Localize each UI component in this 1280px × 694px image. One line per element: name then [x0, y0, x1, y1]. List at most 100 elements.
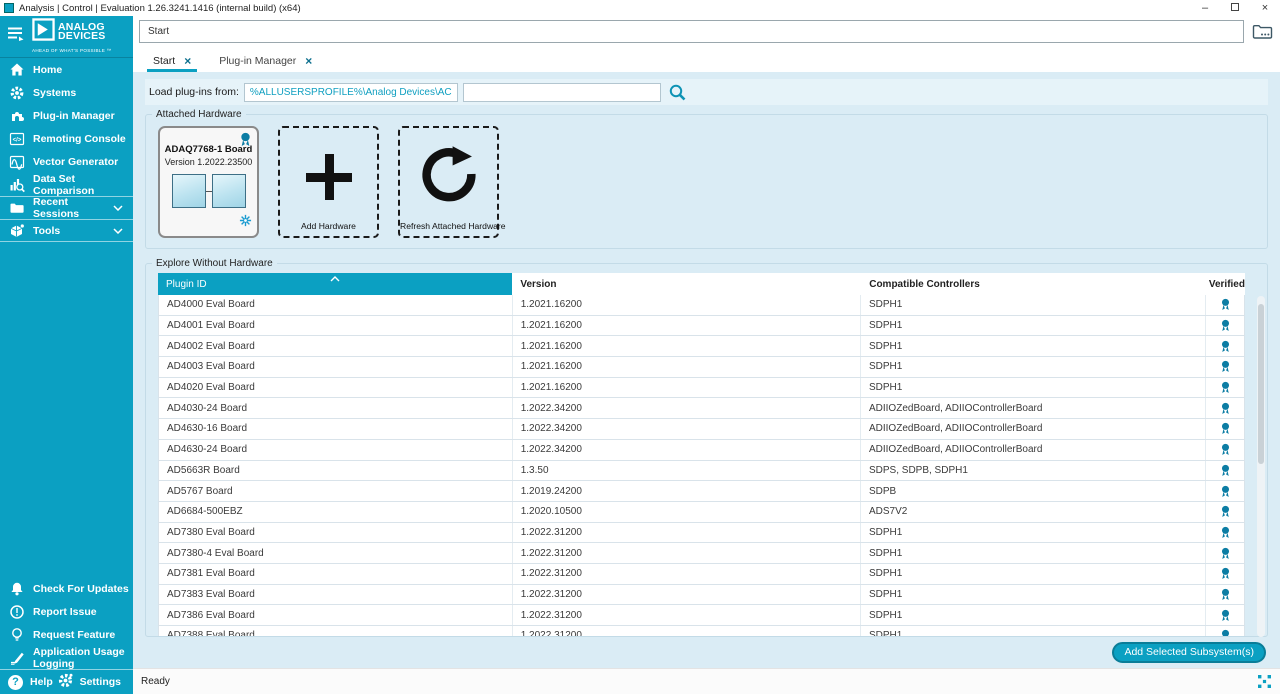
table-row[interactable]: AD4001 Eval Board 1.2021.16200 SDPH1	[158, 316, 1245, 337]
sidebar-item-plugin-manager[interactable]: Plug-in Manager	[0, 104, 133, 127]
verified-badge	[1206, 605, 1244, 625]
sidebar-item-application-usage-logging[interactable]: Application Usage Logging	[0, 646, 133, 669]
minimize-button[interactable]: –	[1190, 0, 1220, 16]
sidebar-item-tools[interactable]: Tools	[0, 219, 133, 242]
table-row[interactable]: AD7380 Eval Board 1.2022.31200 SDPH1	[158, 523, 1245, 544]
cell-version: 1.2022.34200	[513, 419, 861, 439]
plugins-path-input[interactable]	[244, 83, 458, 102]
refresh-attached-hardware-card[interactable]: Refresh Attached Hardware	[398, 126, 499, 238]
sidebar-item-label: Request Feature	[33, 629, 115, 641]
column-header-version[interactable]: Version	[512, 273, 861, 295]
breadcrumb[interactable]: Start	[139, 20, 1244, 43]
close-button[interactable]: ×	[1250, 0, 1280, 16]
cell-plugin-id: AD4002 Eval Board	[159, 336, 513, 356]
table-row[interactable]: AD6684-500EBZ 1.2020.10500 ADS7V2	[158, 502, 1245, 523]
cell-plugin-id: AD4020 Eval Board	[159, 378, 513, 398]
column-header-compatible-controllers[interactable]: Compatible Controllers	[861, 273, 1207, 295]
plugins-filter-input[interactable]	[463, 83, 661, 102]
cell-plugin-id: AD7386 Eval Board	[159, 605, 513, 625]
scrollbar-thumb[interactable]	[1258, 304, 1264, 464]
table-row[interactable]: AD4030-24 Board 1.2022.34200 ADIIOZedBoa…	[158, 398, 1245, 419]
cell-controllers: ADS7V2	[861, 502, 1206, 522]
sidebar-item-check-for-updates[interactable]: Check For Updates	[0, 577, 133, 600]
home-icon	[8, 61, 25, 78]
restore-button[interactable]	[1220, 0, 1250, 16]
table-row[interactable]: AD4002 Eval Board 1.2021.16200 SDPH1	[158, 336, 1245, 357]
device-card-version: Version 1.2022.23500	[160, 157, 257, 167]
sidebar-item-recent-sessions[interactable]: Recent Sessions	[0, 196, 133, 219]
cell-controllers: SDPS, SDPB, SDPH1	[861, 461, 1206, 481]
cell-controllers: SDPH1	[861, 543, 1206, 563]
cell-plugin-id: AD4003 Eval Board	[159, 357, 513, 377]
sidebar-item-request-feature[interactable]: Request Feature	[0, 623, 133, 646]
tab-start[interactable]: Start ×	[147, 55, 197, 72]
column-label: Version	[520, 279, 556, 290]
table-row[interactable]: AD5767 Board 1.2019.24200 SDPB	[158, 481, 1245, 502]
table-row[interactable]: AD5663R Board 1.3.50 SDPS, SDPB, SDPH1	[158, 461, 1245, 482]
verified-ribbon-icon	[1220, 505, 1231, 518]
close-icon[interactable]: ×	[184, 56, 191, 66]
browse-folder-button[interactable]	[1250, 20, 1274, 42]
sidebar-item-report-issue[interactable]: Report Issue	[0, 600, 133, 623]
column-header-plugin-id[interactable]: Plugin ID	[158, 273, 512, 295]
tab-plugin-manager[interactable]: Plug-in Manager ×	[213, 55, 318, 72]
table-row[interactable]: AD7381 Eval Board 1.2022.31200 SDPH1	[158, 564, 1245, 585]
verified-ribbon-icon	[1220, 402, 1231, 415]
table-row[interactable]: AD4630-24 Board 1.2022.34200 ADIIOZedBoa…	[158, 440, 1245, 461]
verified-ribbon-icon	[1220, 464, 1231, 477]
close-icon[interactable]: ×	[305, 56, 312, 66]
resize-grip-icon[interactable]	[1257, 674, 1272, 689]
table-row[interactable]: AD4000 Eval Board 1.2021.16200 SDPH1	[158, 295, 1245, 316]
cell-plugin-id: AD7380 Eval Board	[159, 523, 513, 543]
table-row[interactable]: AD4020 Eval Board 1.2021.16200 SDPH1	[158, 378, 1245, 399]
sidebar-item-home[interactable]: Home	[0, 58, 133, 81]
cell-version: 1.2022.31200	[513, 585, 861, 605]
app-window: Analysis | Control | Evaluation 1.26.324…	[0, 0, 1280, 694]
device-chips-graphic	[160, 174, 257, 208]
table-scrollbar[interactable]	[1257, 296, 1265, 637]
sidebar-item-label: Report Issue	[33, 606, 97, 618]
add-selected-subsystems-button[interactable]: Add Selected Subsystem(s)	[1112, 642, 1266, 663]
sidebar-item-data-set-comparison[interactable]: Data Set Comparison	[0, 173, 133, 196]
table-row[interactable]: AD7380-4 Eval Board 1.2022.31200 SDPH1	[158, 543, 1245, 564]
sidebar-item-label: Check For Updates	[33, 583, 129, 595]
add-hardware-card[interactable]: Add Hardware	[278, 126, 379, 238]
titlebar: Analysis | Control | Evaluation 1.26.324…	[0, 0, 1280, 16]
sidebar-item-remoting-console[interactable]: </> Remoting Console	[0, 127, 133, 150]
hamburger-menu-icon[interactable]	[6, 25, 26, 47]
table-row[interactable]: AD7386 Eval Board 1.2022.31200 SDPH1	[158, 605, 1245, 626]
search-button[interactable]	[668, 83, 687, 102]
table-row[interactable]: AD4003 Eval Board 1.2021.16200 SDPH1	[158, 357, 1245, 378]
table-row[interactable]: AD4630-16 Board 1.2022.34200 ADIIOZedBoa…	[158, 419, 1245, 440]
sidebar-item-systems[interactable]: Systems	[0, 81, 133, 104]
sidebar-item-vector-generator[interactable]: Vector Generator	[0, 150, 133, 173]
cell-version: 1.2022.34200	[513, 398, 861, 418]
cell-controllers: SDPH1	[861, 378, 1206, 398]
sidebar-item-label: Home	[33, 64, 62, 76]
settings-button[interactable]: Settings	[57, 672, 133, 692]
sidebar-item-label: Data Set Comparison	[33, 173, 133, 197]
verified-badge	[1206, 398, 1244, 418]
explore-without-hardware-section: Explore Without Hardware Plugin ID Versi…	[145, 258, 1268, 637]
chip-graphic	[172, 174, 206, 208]
cell-version: 1.2020.10500	[513, 502, 861, 522]
verified-ribbon-icon	[1220, 485, 1231, 498]
cell-version: 1.2022.31200	[513, 543, 861, 563]
sidebar: ANALOG DEVICES AHEAD OF WHAT'S POSSIBLE …	[0, 16, 133, 694]
table-row[interactable]: AD7388 Eval Board 1.2022.31200 SDPH1	[158, 626, 1245, 636]
sidebar-item-label: Application Usage Logging	[33, 646, 133, 670]
cell-plugin-id: AD4630-24 Board	[159, 440, 513, 460]
table-row[interactable]: AD7383 Eval Board 1.2022.31200 SDPH1	[158, 585, 1245, 606]
device-card-adaq7768-1[interactable]: ADAQ7768-1 Board Version 1.2022.23500	[158, 126, 259, 238]
cell-controllers: SDPH1	[861, 336, 1206, 356]
folder-browse-icon	[1252, 23, 1273, 40]
cell-version: 1.2021.16200	[513, 378, 861, 398]
cell-version: 1.2022.31200	[513, 605, 861, 625]
verified-badge	[1206, 585, 1244, 605]
verified-ribbon-icon	[1220, 381, 1231, 394]
sidebar-item-label: Recent Sessions	[33, 196, 113, 220]
help-button[interactable]: ? Help	[0, 675, 53, 690]
column-header-verified[interactable]: Verified	[1207, 273, 1245, 295]
status-sun-icon	[239, 214, 252, 232]
verified-badge	[1206, 295, 1244, 315]
